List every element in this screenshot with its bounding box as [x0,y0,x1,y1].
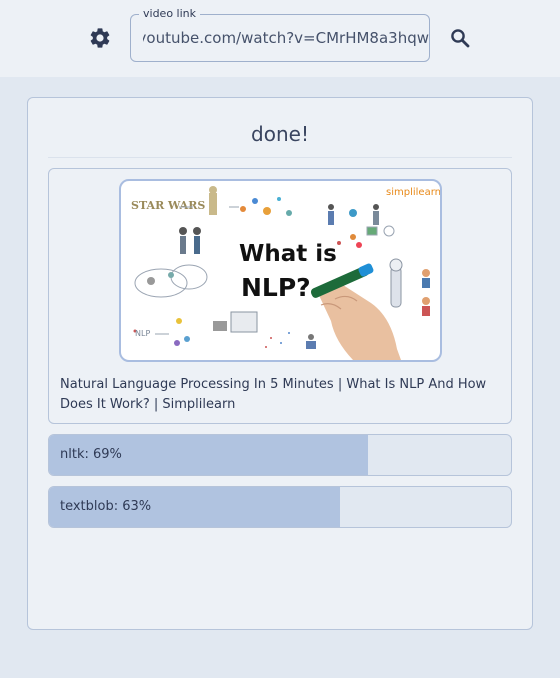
video-title[interactable]: Natural Language Processing In 5 Minutes… [60,375,500,415]
result-card: done! STAR WARS NLP simplilearn What is … [27,97,533,630]
gear-icon[interactable] [88,26,112,50]
score-label-textblob: textblob: 63% [60,499,152,514]
hand-with-marker [310,263,401,360]
video-link-field[interactable]: video link [130,7,430,62]
thumbnail-brand-text: simplilearn [386,187,440,198]
search-icon[interactable] [448,26,472,50]
thumbnail-headline-2: NLP? [241,273,311,302]
thumbnail-drawing: STAR WARS NLP simplilearn What is NLP? [131,186,440,360]
thumbnail-logo-text: STAR WARS [131,199,205,212]
status-text: done! [251,122,309,146]
thumbnail-headline-1: What is [239,241,337,267]
top-bar: video link [0,0,560,77]
thumbnail-nlp-label: NLP [135,329,150,338]
video-link-input[interactable] [143,25,429,51]
video-card: STAR WARS NLP simplilearn What is NLP? N… [48,168,512,424]
score-bar-textblob: textblob: 63% [48,486,512,528]
video-thumbnail[interactable]: STAR WARS NLP simplilearn What is NLP? [119,179,442,362]
score-bar-nltk: nltk: 69% [48,434,512,476]
video-link-label: video link [139,7,200,21]
divider [48,157,512,158]
score-label-nltk: nltk: 69% [60,447,122,462]
